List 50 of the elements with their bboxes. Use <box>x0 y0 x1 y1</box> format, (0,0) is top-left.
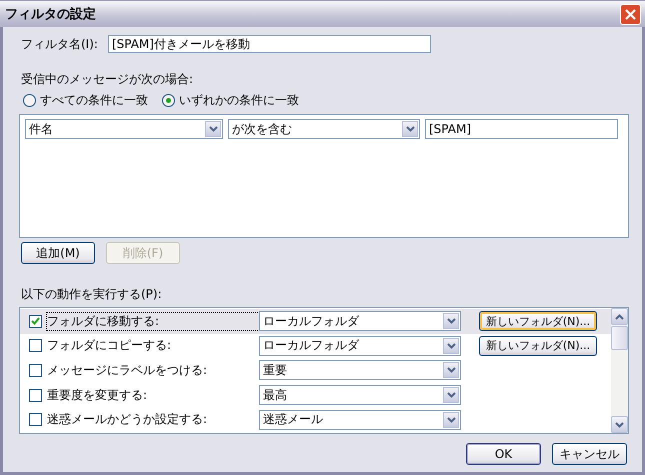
checkbox[interactable] <box>29 339 42 352</box>
dropdown[interactable]: 重要 <box>259 360 461 380</box>
checkmark-icon <box>31 317 40 326</box>
dropdown[interactable]: 件名 <box>25 119 223 139</box>
scroll-up-button[interactable] <box>611 308 628 325</box>
scroll-down-button[interactable] <box>611 416 628 433</box>
new-folder-button[interactable]: 新しいフォルダ(N)... <box>479 336 597 356</box>
actions-label: 以下の動作を実行する(P): <box>21 286 163 303</box>
dropdown[interactable]: が次を含む <box>228 119 420 139</box>
dropdown[interactable]: ローカルフォルダ <box>259 311 461 332</box>
action-label: メッセージにラベルをつける: <box>47 362 208 379</box>
dropdown[interactable]: 最高 <box>259 385 461 406</box>
action-row[interactable]: フォルダに移動する: ローカルフォルダ 新しいフォルダ(N)... <box>20 309 611 334</box>
condition-button[interactable]: 追加(M) <box>21 242 95 264</box>
new-folder-button[interactable]: 新しいフォルダ(N)... <box>479 311 597 332</box>
close-button[interactable] <box>620 4 641 24</box>
radio-button[interactable] <box>23 94 36 107</box>
dialog-button[interactable]: キャンセル <box>552 443 627 465</box>
chevron-down-icon <box>446 416 456 423</box>
dropdown[interactable]: 迷惑メール <box>259 410 461 430</box>
scrollbar[interactable] <box>611 308 628 433</box>
chevron-up-icon <box>615 314 624 320</box>
radio-button[interactable] <box>162 94 175 107</box>
dialog-button[interactable]: OK <box>466 443 541 465</box>
filter-name-field[interactable]: [SPAM]付きメールを移動 <box>108 35 431 53</box>
condition-value-field[interactable]: [SPAM] <box>425 119 618 139</box>
checkbox[interactable] <box>29 364 42 377</box>
checkbox[interactable] <box>29 388 42 402</box>
checkbox[interactable] <box>29 413 42 426</box>
chevron-down-icon <box>615 422 624 428</box>
filter-name-label: フィルタ名(I): <box>21 36 98 52</box>
action-label: フォルダにコピーする: <box>47 337 172 354</box>
window-title: フィルタの設定 <box>5 6 96 23</box>
dropdown[interactable]: ローカルフォルダ <box>259 336 461 356</box>
chevron-down-icon <box>446 392 456 398</box>
checkbox[interactable] <box>29 314 42 328</box>
radio-label: いずれかの条件に一致 <box>179 92 299 109</box>
match-label: 受信中のメッセージが次の場合: <box>21 71 194 88</box>
chevron-down-icon <box>208 126 218 132</box>
action-label: 迷惑メールかどうか設定する: <box>47 411 208 428</box>
close-icon <box>625 8 636 20</box>
action-row[interactable]: フォルダにコピーする: ローカルフォルダ 新しいフォルダ(N)... <box>20 334 611 358</box>
chevron-down-icon <box>446 318 456 324</box>
chevron-down-icon <box>406 126 414 132</box>
radio-label: すべての条件に一致 <box>40 92 148 109</box>
action-label: 重要度を変更する: <box>47 386 148 404</box>
chevron-down-icon <box>446 367 456 374</box>
action-label: フォルダに移動する: <box>47 312 259 330</box>
chevron-down-icon <box>446 342 456 349</box>
scroll-thumb[interactable] <box>611 326 628 350</box>
